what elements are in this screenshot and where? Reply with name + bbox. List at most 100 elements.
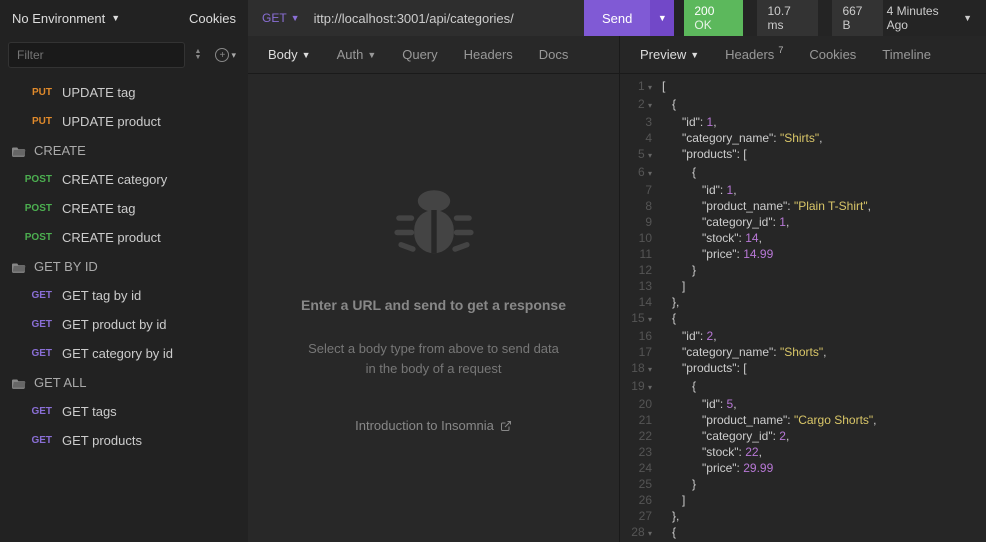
chevron-down-icon: ▼ [658,13,667,23]
code-line: 21 "product_name": "Cargo Shorts", [620,412,986,428]
code-content: "stock": 14, [662,230,762,246]
line-number[interactable]: 2 ▾ [620,96,662,114]
line-number: 23 [620,444,662,460]
status-code-pill[interactable]: 200 OK [684,0,743,38]
add-request-button[interactable]: +▾ [211,46,240,64]
filter-input[interactable] [8,42,185,68]
method-selector[interactable]: GET ▼ [248,11,310,25]
request-label: CREATE tag [62,201,135,216]
chevron-down-icon: ▼ [963,13,972,23]
url-bar: GET ▼ [248,0,584,36]
response-pane: Preview▼Headers7Cookies Timeline 1 ▾[2 ▾ … [620,36,986,542]
line-number[interactable]: 18 ▾ [620,360,662,378]
request-tabs: Body▼Auth▼QueryHeadersDocs [248,36,619,74]
request-item[interactable]: GETGET product by id [0,310,248,339]
chevron-down-icon: ▼ [111,13,120,23]
chevron-down-icon: ▼ [291,13,300,23]
environment-selector[interactable]: No Environment ▼ [12,11,120,26]
line-number: 14 [620,294,662,310]
request-item[interactable]: POSTCREATE category [0,165,248,194]
url-input[interactable] [310,11,584,26]
main-area: GET ▼ Send ▼ 200 OK 10.7 ms 667 B 4 Minu… [248,0,986,542]
response-time-pill[interactable]: 10.7 ms [757,0,818,38]
request-item[interactable]: GETGET tags [0,397,248,426]
response-size-pill[interactable]: 667 B [832,0,882,38]
line-number: 13 [620,278,662,294]
line-number[interactable]: 15 ▾ [620,310,662,328]
folder-open-icon [12,145,26,157]
code-line: 6 ▾ { [620,164,986,182]
top-bar: GET ▼ Send ▼ 200 OK 10.7 ms 667 B 4 Minu… [248,0,986,36]
request-item[interactable]: POST CREATE tag [0,194,248,223]
code-line: 26 ] [620,492,986,508]
response-body[interactable]: 1 ▾[2 ▾ {3 "id": 1,4 "category_name": "S… [620,74,986,542]
request-item[interactable]: POSTCREATE product [0,223,248,252]
line-number[interactable]: 19 ▾ [620,378,662,396]
line-number[interactable]: 6 ▾ [620,164,662,182]
request-item[interactable]: PUTUPDATE product [0,107,248,136]
request-tab-body[interactable]: Body▼ [256,36,323,73]
request-tab-auth[interactable]: Auth▼ [325,36,389,73]
request-label: GET tag by id [62,288,141,303]
code-content: "price": 14.99 [662,246,773,262]
response-tab-preview[interactable]: Preview▼ [628,36,711,73]
folder-open-icon [12,261,26,273]
code-content: { [662,524,676,542]
request-tab-docs[interactable]: Docs [527,36,581,73]
line-number: 8 [620,198,662,214]
request-tab-query[interactable]: Query [390,36,449,73]
line-number: 24 [620,460,662,476]
sort-toggle[interactable]: ▲▼ [191,47,206,63]
request-item[interactable]: GETGET tag by id [0,281,248,310]
request-item[interactable]: GETGET products [0,426,248,455]
code-line: 18 ▾ "products": [ [620,360,986,378]
response-tab-timeline[interactable]: Timeline [870,36,943,73]
code-line: 7 "id": 1, [620,182,986,198]
code-line: 22 "category_id": 2, [620,428,986,444]
code-content: "category_name": "Shorts", [662,344,826,360]
cookies-button[interactable]: Cookies [189,11,236,26]
line-number: 7 [620,182,662,198]
code-line: 16 "id": 2, [620,328,986,344]
request-item[interactable]: PUTUPDATE tag [0,78,248,107]
panes: Body▼Auth▼QueryHeadersDocs Enter a URL a… [248,36,986,542]
request-label: UPDATE product [62,114,161,129]
line-number[interactable]: 28 ▾ [620,524,662,542]
response-tab-cookies[interactable]: Cookies [797,36,868,73]
intro-link-label: Introduction to Insomnia [355,418,494,433]
request-item[interactable]: GETGET category by id [0,339,248,368]
tab-label: Preview [640,47,686,62]
line-number: 4 [620,130,662,146]
code-content: { [662,310,676,328]
response-tab-headers[interactable]: Headers7 [713,36,795,73]
sidebar: No Environment ▼ Cookies ▲▼ +▾ PUTUPDATE… [0,0,248,542]
code-content: { [662,164,696,182]
chevron-down-icon: ▼ [367,50,376,60]
request-tab-headers[interactable]: Headers [452,36,525,73]
send-button[interactable]: Send [584,0,650,36]
line-number[interactable]: 1 ▾ [620,78,662,96]
method-badge: PUT [22,87,52,98]
tab-label: Timeline [882,47,931,62]
folder-item[interactable]: CREATE [0,136,248,165]
line-number: 22 [620,428,662,444]
folder-item[interactable]: GET BY ID [0,252,248,281]
code-line: 15 ▾ { [620,310,986,328]
code-line: 17 "category_name": "Shorts", [620,344,986,360]
folder-open-icon [12,377,26,389]
history-dropdown[interactable]: 4 Minutes Ago ▼ [887,4,986,32]
code-line: 8 "product_name": "Plain T-Shirt", [620,198,986,214]
line-number: 16 [620,328,662,344]
request-pane: Body▼Auth▼QueryHeadersDocs Enter a URL a… [248,36,620,542]
code-content: "stock": 22, [662,444,762,460]
intro-link[interactable]: Introduction to Insomnia [355,418,512,433]
method-badge: POST [22,174,52,185]
folder-item[interactable]: GET ALL [0,368,248,397]
code-line: 10 "stock": 14, [620,230,986,246]
send-dropdown[interactable]: ▼ [650,0,674,36]
code-content: { [662,378,696,396]
body-prompt-title: Enter a URL and send to get a response [301,297,566,313]
line-number[interactable]: 5 ▾ [620,146,662,164]
environment-label: No Environment [12,11,105,26]
method-badge: POST [22,203,52,214]
